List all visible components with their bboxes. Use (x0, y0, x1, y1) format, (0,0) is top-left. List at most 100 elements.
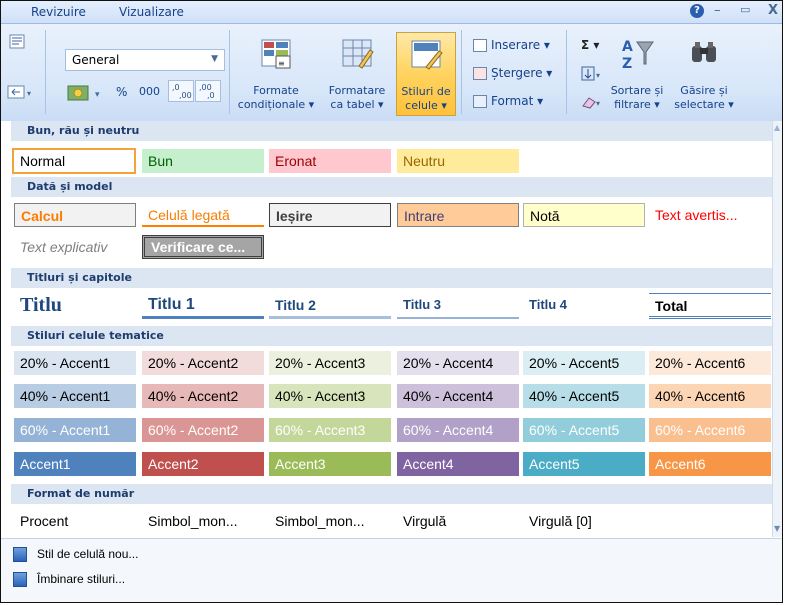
style-linked-cell[interactable]: Celulă legată (142, 203, 264, 227)
increase-decimal-button[interactable]: ,0,00 (168, 80, 194, 102)
cell-styles-button[interactable]: Stiluri de celule ▾ (396, 32, 456, 116)
style-40-accent6[interactable]: 40% - Accent6 (649, 384, 771, 408)
style-accent3[interactable]: Accent3 (269, 452, 391, 476)
minimize-button[interactable]: – (714, 3, 721, 18)
comma-style-button[interactable]: 000 (139, 85, 160, 98)
style-60-accent5[interactable]: 60% - Accent5 (523, 418, 645, 442)
insert-button[interactable]: Inserare ▾ (473, 38, 550, 52)
style-40-accent1[interactable]: 40% - Accent1 (14, 384, 136, 408)
svg-text:,0: ,0 (207, 91, 215, 100)
style-60-accent6[interactable]: 60% - Accent6 (649, 418, 771, 442)
style-accent6[interactable]: Accent6 (649, 452, 771, 476)
style-currency[interactable]: Simbol_mon... (142, 509, 264, 533)
decrease-decimal-button[interactable]: ,00,0 (195, 80, 221, 102)
help-icon[interactable]: ? (690, 4, 704, 18)
section-themed-cell-styles: Stiluri celule tematice (11, 326, 774, 346)
restore-button[interactable]: ▭ (740, 3, 750, 16)
style-neutral[interactable]: Neutru (397, 149, 519, 173)
sort-filter-button[interactable]: AZ Sortare și filtrare ▾ (609, 32, 665, 116)
style-heading-3[interactable]: Titlu 3 (397, 293, 519, 319)
close-button[interactable]: X (768, 3, 778, 18)
style-accent5[interactable]: Accent5 (523, 452, 645, 476)
new-cell-style-item[interactable]: Stil de celulă nou... (13, 547, 139, 563)
section-number-format: Format de număr (11, 484, 774, 504)
style-bad[interactable]: Eronat (269, 149, 391, 173)
section-titles-headings: Titluri și capitole (11, 268, 774, 288)
svg-text:▾: ▾ (596, 99, 600, 108)
format-as-table-label: Formatare ca tabel ▾ (328, 84, 386, 111)
tab-vizualizare[interactable]: Vizualizare (119, 5, 184, 19)
format-button[interactable]: Format ▾ (473, 94, 543, 108)
percent-style-button[interactable]: % (116, 85, 127, 99)
style-normal[interactable]: Normal (12, 148, 136, 174)
binoculars-icon (692, 42, 716, 62)
style-heading-4[interactable]: Titlu 4 (523, 293, 645, 319)
style-60-accent4[interactable]: 60% - Accent4 (397, 418, 519, 442)
style-note[interactable]: Notă (523, 203, 645, 227)
merge-styles-item[interactable]: Îmbinare stiluri... (13, 572, 125, 588)
gallery-footer: Stil de celulă nou... Îmbinare stiluri..… (1, 538, 782, 602)
style-60-accent2[interactable]: 60% - Accent2 (142, 418, 264, 442)
style-60-accent1[interactable]: 60% - Accent1 (14, 418, 136, 442)
autosum-button[interactable]: Σ ▾ (581, 38, 599, 52)
cell-styles-icon (411, 40, 443, 70)
svg-text:▾: ▾ (596, 71, 600, 80)
conditional-formatting-icon: ≡ (261, 39, 291, 69)
svg-text:≡: ≡ (278, 59, 285, 68)
style-percent[interactable]: Procent (14, 509, 136, 533)
style-currency-0[interactable]: Simbol_mon... (269, 509, 391, 533)
style-heading-2[interactable]: Titlu 2 (269, 293, 391, 319)
format-as-table-button[interactable]: Formatare ca tabel ▾ (319, 32, 395, 116)
sort-filter-icon: AZ (622, 39, 654, 72)
fill-icon[interactable]: ▾ (581, 66, 605, 82)
merge-center-icon[interactable]: ▾ (7, 84, 33, 100)
gallery-scrollbar[interactable]: ▲ ▼ (772, 121, 782, 537)
clear-icon[interactable]: ▾ (581, 94, 605, 110)
svg-text:,00: ,00 (179, 91, 192, 100)
style-40-accent4[interactable]: 40% - Accent4 (397, 384, 519, 408)
number-format-dropdown[interactable]: General ▼ (65, 49, 225, 71)
wrap-text-icon[interactable] (9, 34, 27, 50)
style-40-accent3[interactable]: 40% - Accent3 (269, 384, 391, 408)
sort-filter-label: Sortare și filtrare ▾ (610, 84, 664, 111)
style-20-accent6[interactable]: 20% - Accent6 (649, 351, 771, 375)
format-label: Format ▾ (491, 94, 544, 108)
style-title[interactable]: Titlu (14, 291, 136, 319)
new-style-label: Stil de celulă nou... (37, 547, 139, 561)
find-select-button[interactable]: Găsire și selectare ▾ (667, 32, 741, 116)
style-60-accent3[interactable]: 60% - Accent3 (269, 418, 391, 442)
style-good[interactable]: Bun (142, 149, 264, 173)
style-comma-0[interactable]: Virgulă [0] (523, 509, 645, 533)
style-accent2[interactable]: Accent2 (142, 452, 264, 476)
conditional-formatting-button[interactable]: ≡ Formate condiționale ▾ (235, 32, 317, 116)
style-total[interactable]: Total (649, 293, 771, 319)
style-20-accent5[interactable]: 20% - Accent5 (523, 351, 645, 375)
style-accent4[interactable]: Accent4 (397, 452, 519, 476)
style-20-accent3[interactable]: 20% - Accent3 (269, 351, 391, 375)
table-format-icon (342, 39, 374, 69)
style-comma[interactable]: Virgulă (397, 509, 519, 533)
tab-revizuire[interactable]: Revizuire (31, 5, 86, 19)
style-heading-1[interactable]: Titlu 1 (142, 293, 264, 319)
format-icon (473, 95, 487, 108)
style-calculation[interactable]: Calcul (14, 203, 136, 227)
cell-styles-gallery: Bun, rău și neutru Normal Bun Eronat Neu… (1, 121, 778, 531)
delete-icon (473, 67, 487, 80)
excel-window: Revizuire Vizualizare ? – ▭ X ▾ General … (0, 0, 783, 603)
currency-format-icon[interactable]: ▾ (67, 83, 113, 103)
style-check-cell[interactable]: Verificare ce... (142, 235, 264, 259)
style-40-accent5[interactable]: 40% - Accent5 (523, 384, 645, 408)
style-explanatory-text[interactable]: Text explicativ (14, 235, 136, 259)
style-40-accent2[interactable]: 40% - Accent2 (142, 384, 264, 408)
style-20-accent1[interactable]: 20% - Accent1 (14, 351, 136, 375)
ribbon-tabs: Revizuire Vizualizare ? – ▭ X (1, 1, 782, 24)
style-output[interactable]: Ieșire (269, 203, 391, 227)
style-20-accent2[interactable]: 20% - Accent2 (142, 351, 264, 375)
delete-button[interactable]: Ștergere ▾ (473, 66, 552, 80)
style-accent1[interactable]: Accent1 (14, 452, 136, 476)
style-20-accent4[interactable]: 20% - Accent4 (397, 351, 519, 375)
style-warning-text[interactable]: Text avertis... (649, 203, 771, 227)
style-input[interactable]: Intrare (397, 203, 519, 227)
scroll-up-icon[interactable]: ▲ (774, 123, 780, 132)
scroll-down-icon[interactable]: ▼ (774, 524, 780, 533)
